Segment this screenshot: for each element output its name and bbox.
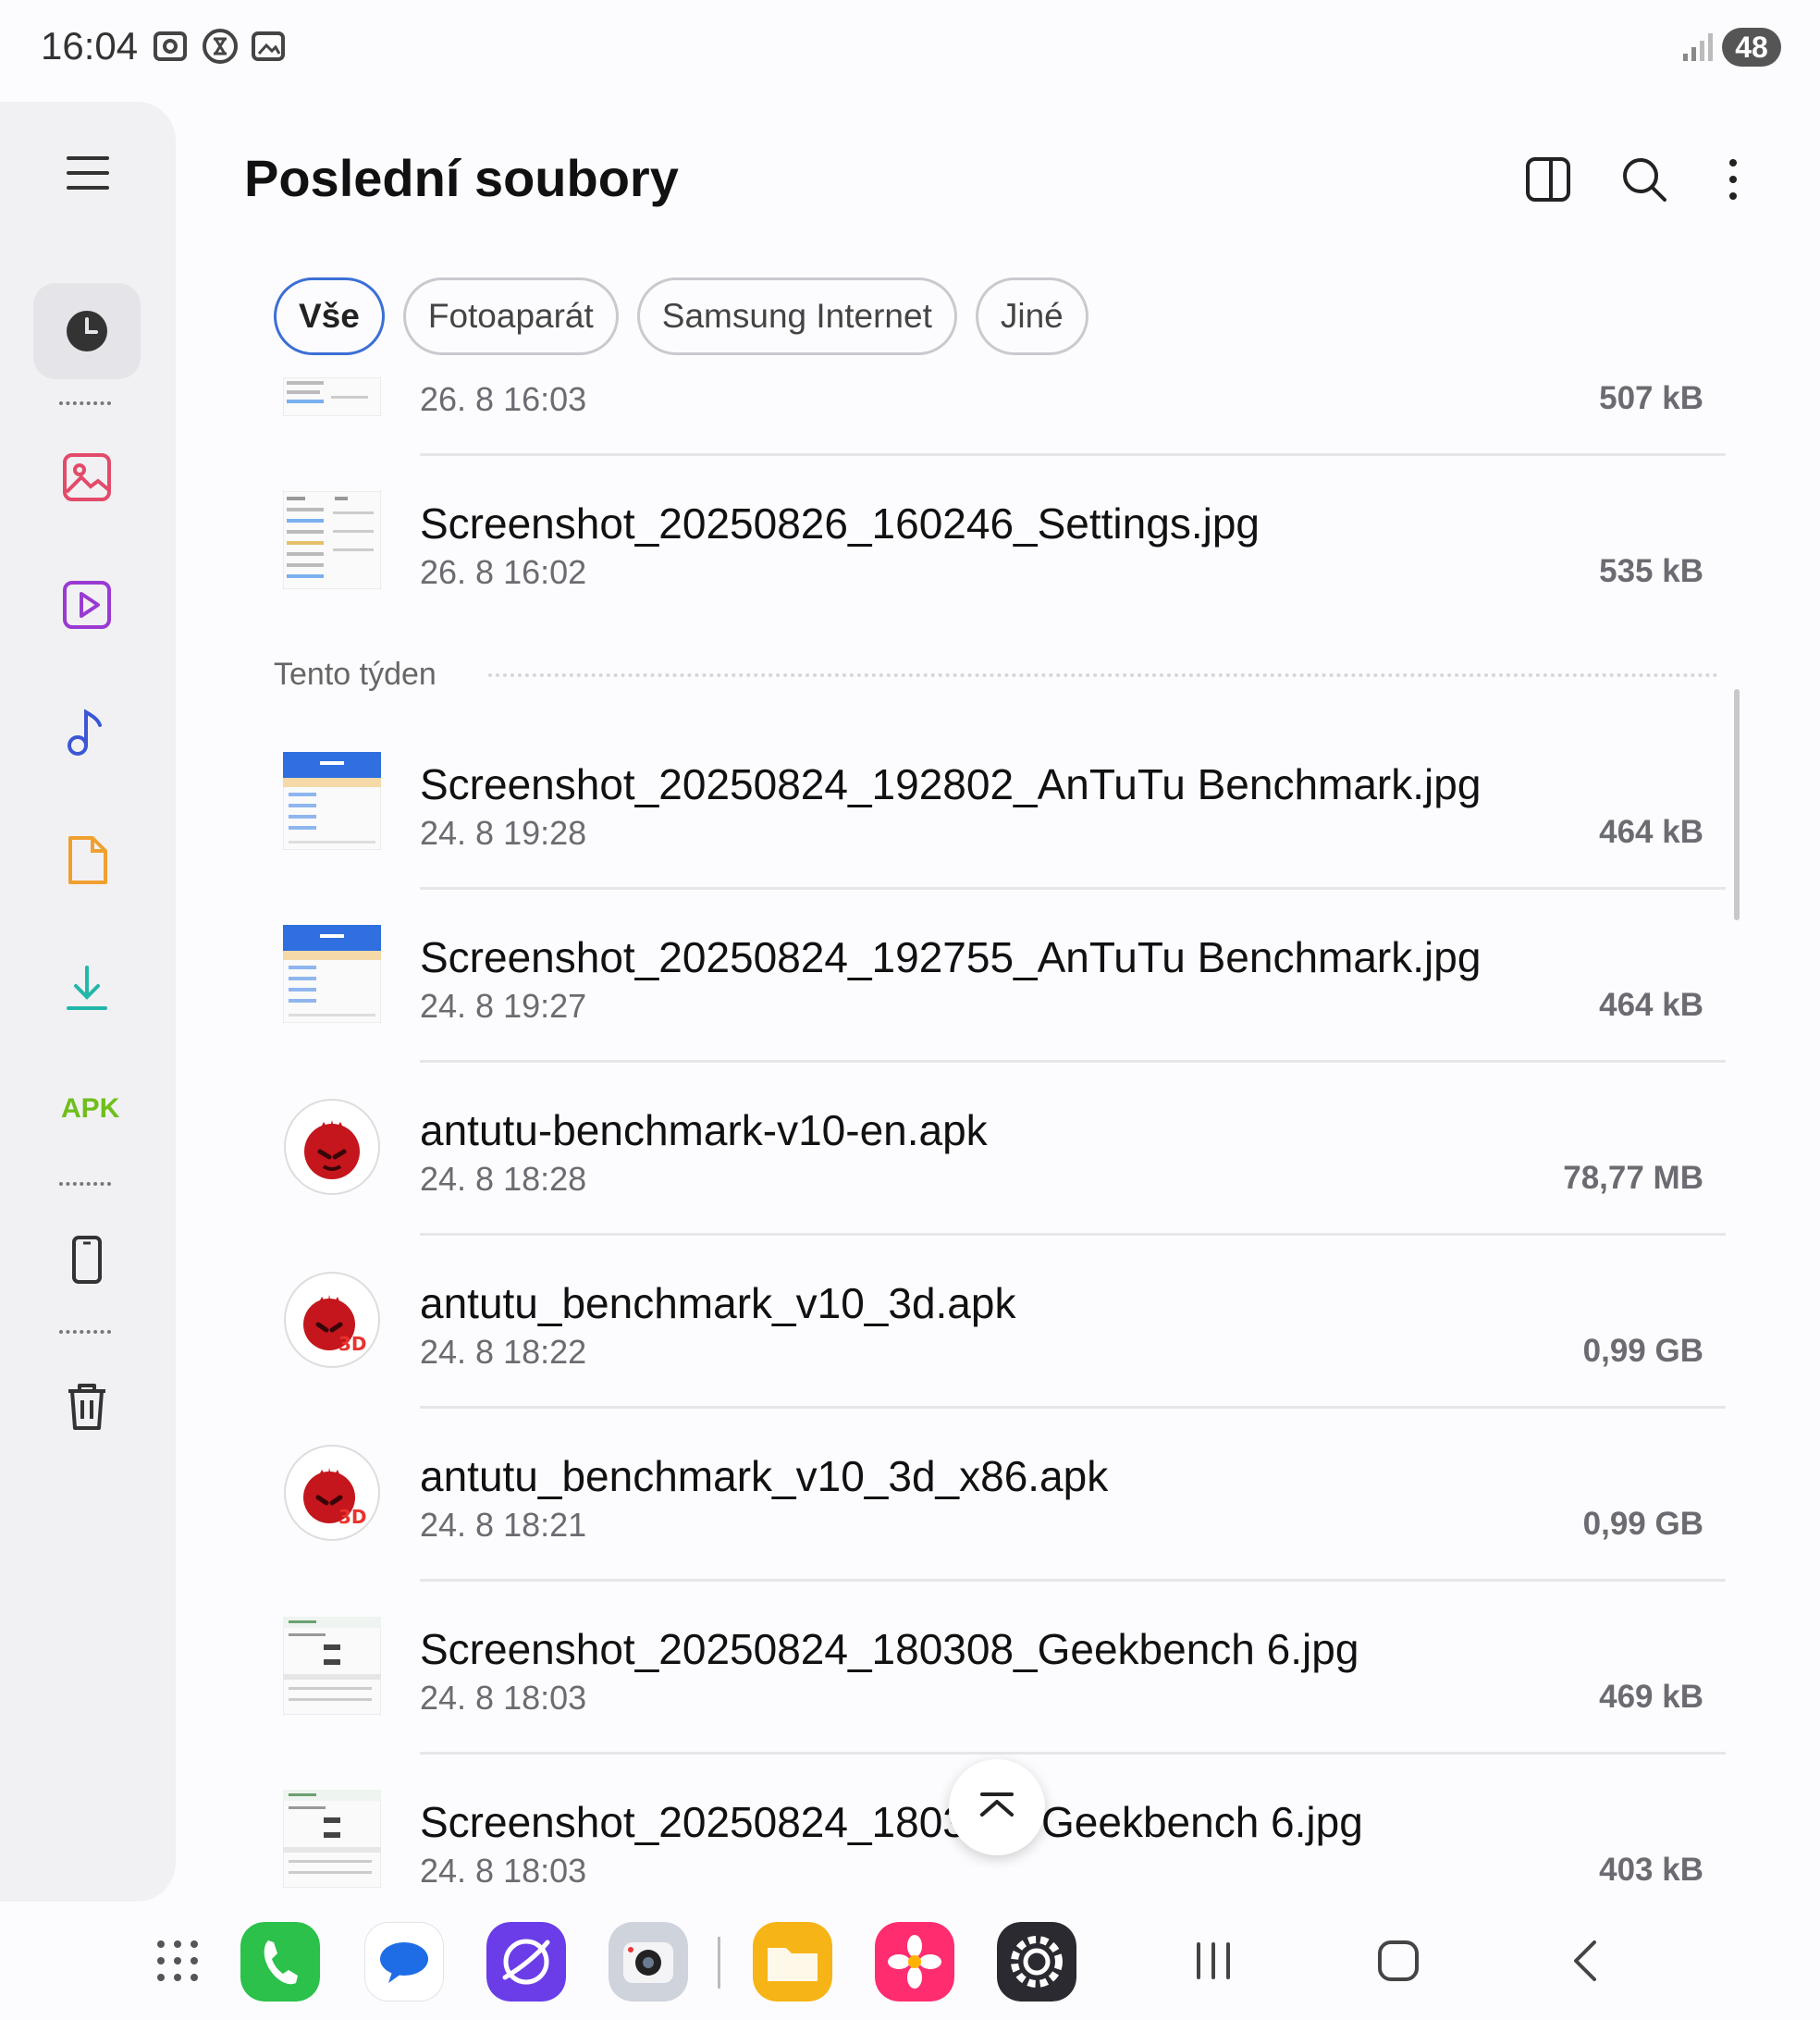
- antutu-3d-app-icon: 3D: [284, 1272, 380, 1368]
- list-item[interactable]: Screenshot_20250824_180308_Geekbench 6.j…: [274, 1582, 1726, 1755]
- music-icon[interactable]: [57, 703, 117, 762]
- document-icon[interactable]: [57, 831, 117, 890]
- sidebar-divider: [59, 1330, 111, 1334]
- antutu-3d-app-icon: 3D: [284, 1445, 380, 1541]
- screenshot-thumbnail: [283, 752, 381, 850]
- file-date: 24. 8 19:28: [420, 814, 587, 852]
- status-time: 16:04: [41, 24, 139, 68]
- file-date: 24. 8 18:22: [420, 1333, 587, 1371]
- list-item[interactable]: 3D antutu_benchmark_v10_3d_x86.apk 24. 8…: [274, 1409, 1726, 1582]
- screenshot-thumbnail: [283, 1790, 381, 1888]
- section-divider: [488, 673, 1718, 677]
- video-icon[interactable]: [57, 575, 117, 634]
- file-size: 535 kB: [1599, 553, 1703, 589]
- gallery-app-icon[interactable]: [875, 1922, 954, 2002]
- file-name: Screenshot_20250824_180308_Geekbench 6.j…: [420, 1625, 1359, 1673]
- file-date: 26. 8 16:02: [420, 553, 587, 591]
- status-bar: 16:04 48: [0, 0, 1820, 96]
- file-date: 24. 8 18:03: [420, 1852, 587, 1890]
- app-drawer-icon[interactable]: [154, 1937, 202, 1985]
- file-size: 403 kB: [1599, 1852, 1703, 1888]
- screenshot-thumbnail: [283, 925, 381, 1023]
- file-size: 507 kB: [1599, 380, 1703, 416]
- sidebar: APK: [0, 102, 176, 1902]
- scroll-to-top-button[interactable]: [949, 1759, 1045, 1855]
- file-date: 24. 8 18:21: [420, 1506, 587, 1544]
- file-name: Screenshot_20250824_192755_AnTuTu Benchm…: [420, 933, 1482, 981]
- sidebar-divider: [59, 401, 111, 405]
- trash-icon[interactable]: [57, 1376, 117, 1435]
- list-item[interactable]: antutu-benchmark-v10-en.apk 24. 8 18:28 …: [274, 1063, 1726, 1236]
- scroll-to-top-icon: [980, 1792, 1014, 1817]
- file-size: 464 kB: [1599, 987, 1703, 1023]
- more-options-icon[interactable]: [1705, 152, 1761, 207]
- gallery-indicator-icon: [252, 31, 285, 61]
- file-name: antutu_benchmark_v10_3d_x86.apk: [420, 1452, 1109, 1500]
- focus-indicator-icon: [203, 29, 238, 64]
- file-size: 469 kB: [1599, 1679, 1703, 1715]
- download-icon[interactable]: [57, 958, 117, 1017]
- sidebar-apk-label[interactable]: APK: [61, 1093, 119, 1125]
- file-name: Screenshot_20250824_1803: [420, 1798, 966, 1846]
- signal-icon: [1683, 33, 1713, 61]
- menu-icon[interactable]: [65, 153, 111, 193]
- messages-app-icon[interactable]: [364, 1922, 444, 2002]
- list-item[interactable]: 26. 8 16:03 507 kB: [274, 283, 1726, 456]
- battery-badge: 48: [1722, 28, 1781, 67]
- screenshot-thumbnail: [283, 1617, 381, 1715]
- phone-app-icon[interactable]: [240, 1922, 320, 2002]
- dock-divider: [718, 1937, 720, 1989]
- file-size: 464 kB: [1599, 814, 1703, 850]
- file-name: Screenshot_20250824_192802_AnTuTu Benchm…: [420, 760, 1482, 808]
- file-size: 78,77 MB: [1563, 1160, 1703, 1196]
- split-view-icon[interactable]: [1520, 152, 1576, 207]
- file-name: antutu-benchmark-v10-en.apk: [420, 1106, 988, 1154]
- list-item[interactable]: Screenshot_20250824_192755_AnTuTu Benchm…: [274, 890, 1726, 1063]
- list-item[interactable]: Screenshot_20250824_192802_AnTuTu Benchm…: [274, 717, 1726, 890]
- file-date: 24. 8 18:03: [420, 1679, 587, 1717]
- file-name: antutu_benchmark_v10_3d.apk: [420, 1279, 1016, 1327]
- list-item[interactable]: 3D antutu_benchmark_v10_3d.apk 24. 8 18:…: [274, 1236, 1726, 1409]
- svg-text:3D: 3D: [338, 1333, 367, 1355]
- clock-icon[interactable]: [57, 302, 117, 361]
- back-nav-icon[interactable]: [1565, 1939, 1609, 1983]
- page-title: Poslední soubory: [244, 149, 679, 207]
- search-icon[interactable]: [1617, 152, 1672, 207]
- screenshot-indicator-icon: [154, 31, 187, 61]
- my-files-app-icon[interactable]: [753, 1922, 832, 2002]
- internet-app-icon[interactable]: [486, 1922, 566, 2002]
- antutu-app-icon: [284, 1099, 380, 1195]
- sidebar-divider: [59, 1182, 111, 1186]
- settings-app-icon[interactable]: [997, 1922, 1076, 2002]
- screenshot-thumbnail: [283, 377, 381, 416]
- file-size: 0,99 GB: [1582, 1506, 1703, 1542]
- taskbar: [0, 1905, 1820, 2020]
- svg-text:3D: 3D: [338, 1506, 367, 1528]
- file-date: 26. 8 16:03: [420, 380, 587, 418]
- phone-storage-icon[interactable]: [57, 1230, 117, 1289]
- image-icon[interactable]: [57, 448, 117, 507]
- file-date: 24. 8 19:27: [420, 987, 587, 1025]
- section-header: Tento týden: [274, 657, 437, 692]
- camera-app-icon[interactable]: [609, 1922, 688, 2002]
- file-size: 0,99 GB: [1582, 1333, 1703, 1369]
- file-name-tail: Geekbench 6.jpg: [1041, 1798, 1363, 1846]
- home-nav-icon[interactable]: [1376, 1939, 1420, 1983]
- recents-nav-icon[interactable]: [1191, 1939, 1236, 1983]
- file-name: Screenshot_20250826_160246_Settings.jpg: [420, 499, 1260, 548]
- file-date: 24. 8 18:28: [420, 1160, 587, 1198]
- scrollbar[interactable]: [1734, 689, 1740, 920]
- screenshot-thumbnail: [283, 491, 381, 589]
- list-item[interactable]: Screenshot_20250826_160246_Settings.jpg …: [274, 456, 1726, 629]
